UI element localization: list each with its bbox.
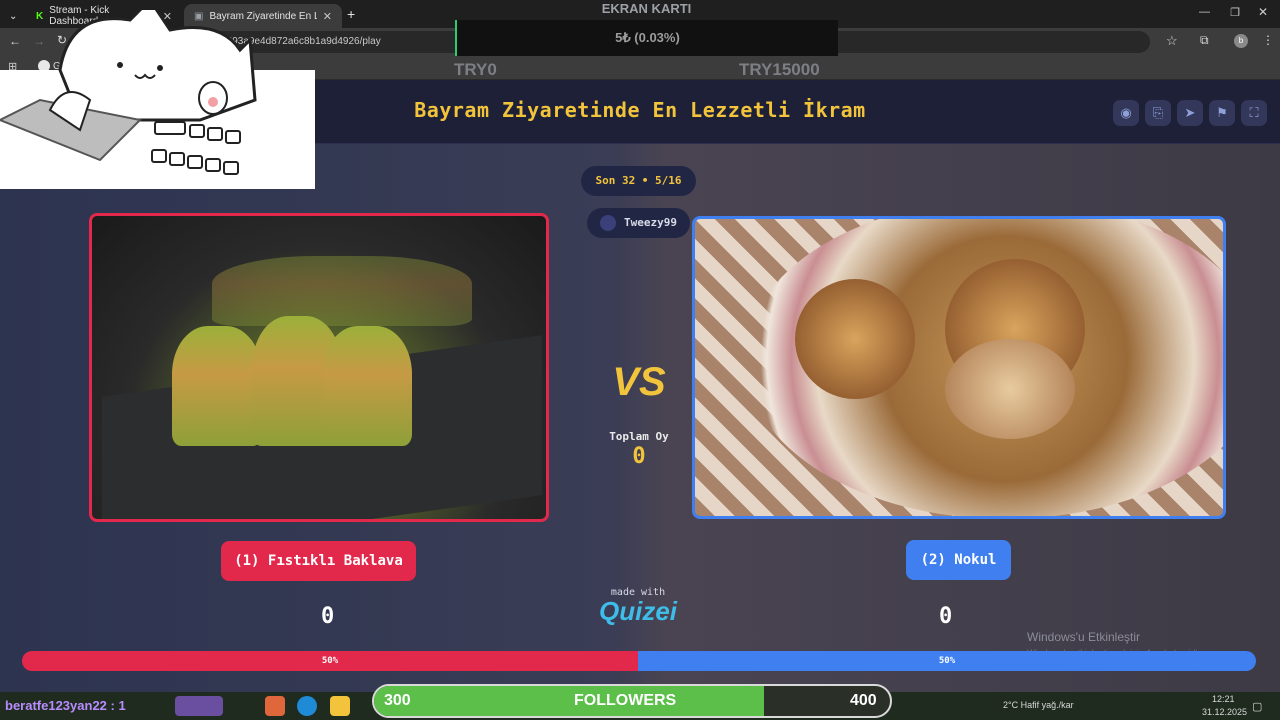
baklava-piece [172, 326, 262, 446]
windows-activation-title: Windows'u Etkinleştir [1027, 630, 1140, 644]
left-percent-bar: 50% [22, 651, 638, 671]
followers-goal: 400 [850, 692, 877, 709]
donation-goal-amount: 5₺ (0.03%) [455, 20, 838, 56]
send-icon[interactable]: ➤ [1177, 100, 1203, 126]
share-icon[interactable]: ⎘ [1145, 100, 1171, 126]
total-votes-label: Toplam Oy [609, 430, 669, 443]
flag-icon[interactable]: ⚑ [1209, 100, 1235, 126]
chat-user: beratfe123yan22 : 1 [5, 698, 126, 713]
user-name: Tweezy99 [624, 216, 677, 229]
round-badge: Son 32 • 5/16 [581, 166, 696, 196]
edge-icon[interactable] [297, 696, 317, 716]
extensions-icon[interactable]: ⧉ [1200, 33, 1209, 48]
followers-current: 300 [384, 692, 411, 709]
left-vote-count: 0 [321, 604, 335, 629]
app-thumbnail[interactable] [175, 696, 223, 716]
file-explorer-icon[interactable] [330, 696, 350, 716]
new-tab-button[interactable]: + [347, 6, 355, 22]
followers-progress-fill [374, 686, 764, 716]
option-right-image[interactable] [692, 216, 1226, 519]
followers-label: FOLLOWERS [574, 692, 677, 709]
fullscreen-icon[interactable]: ⛶ [1241, 100, 1267, 126]
baklava-background [212, 256, 472, 326]
donation-goal-title: EKRAN KARTI [601, 1, 692, 16]
vs-lightning-icon: VS [612, 360, 666, 404]
close-window-button[interactable]: ✕ [1258, 5, 1268, 19]
baklava-piece [322, 326, 412, 446]
followers-goal-bar: 300 FOLLOWERS 400 [372, 684, 892, 718]
copilot-icon[interactable] [265, 696, 285, 716]
option-left-image[interactable] [89, 213, 549, 522]
vote-left-button[interactable]: (1) Fıstıklı Baklava [221, 541, 416, 581]
close-icon[interactable]: ✕ [323, 10, 332, 23]
avatar [600, 215, 616, 231]
bookmark-star-icon[interactable]: ☆ [1166, 33, 1178, 49]
cat-overlay [0, 10, 315, 189]
eye-icon[interactable]: ◉ [1113, 100, 1139, 126]
vote-right-button[interactable]: (2) Nokul [906, 540, 1011, 580]
weather-widget[interactable]: 2°C Hafif yağ./kar [1003, 700, 1074, 710]
nokul-roll [945, 339, 1075, 439]
quizei-logo[interactable]: Quizei [592, 596, 684, 627]
profile-avatar[interactable]: b [1234, 34, 1248, 48]
user-badge: Tweezy99 [587, 208, 690, 238]
minimize-button[interactable]: — [1199, 6, 1210, 18]
donation-goal-max: TRY15000 [739, 60, 820, 79]
donation-goal-min: TRY0 [454, 60, 497, 79]
right-percent-bar: 50% [638, 651, 1256, 671]
total-votes-value: 0 [632, 444, 646, 469]
right-vote-count: 0 [939, 604, 953, 629]
bongo-cat-icon [0, 10, 315, 189]
notification-icon[interactable]: ▢ [1252, 700, 1262, 713]
nokul-roll [795, 279, 915, 399]
menu-icon[interactable]: ⋮ [1262, 33, 1274, 47]
restore-button[interactable]: ❐ [1230, 6, 1240, 19]
clock-time[interactable]: 12:21 [1212, 694, 1235, 704]
clock-date[interactable]: 31.12.2025 [1202, 707, 1247, 717]
